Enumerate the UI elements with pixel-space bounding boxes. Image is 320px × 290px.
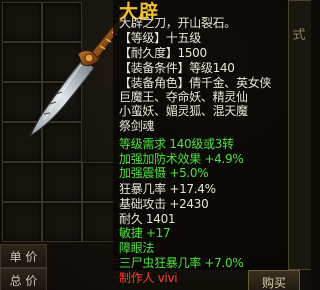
- inventory-slot[interactable]: [2, 202, 42, 242]
- unit-price-label: 单 价: [0, 244, 47, 268]
- item-stat: 加强震慑 +5.0%: [119, 166, 209, 180]
- item-skill: 障眼法: [119, 241, 155, 255]
- buy-button[interactable]: 购买: [248, 270, 300, 290]
- item-stat: 基础攻击 +2430: [119, 197, 209, 211]
- item-stat: 三尸虫狂暴几率 +7.0%: [119, 256, 244, 270]
- item-roles-3: 小蛮妖、媚灵狐、混天魔: [119, 104, 248, 118]
- item-stat: 加强加防术效果 +4.9%: [119, 152, 244, 166]
- item-description: 大辟之刀，开山裂石。: [119, 16, 237, 30]
- item-roles-4: 祭剑魂: [119, 119, 155, 133]
- item-stat: 狂暴几率 +17.4%: [119, 182, 216, 196]
- inventory-scene: 式 大辟 大辟之刀，开山裂石。 【等级】十五级 【耐久度】1500 【装备条件】…: [0, 0, 311, 290]
- item-stat: 耐久 1401: [119, 212, 176, 226]
- inventory-slot[interactable]: [2, 162, 42, 202]
- item-level: 【等级】十五级: [119, 31, 201, 45]
- side-tab-label[interactable]: 式: [289, 24, 309, 43]
- item-stat: 敏捷 +17: [119, 226, 171, 240]
- item-level-requirement: 等级需求 140级或3转: [119, 137, 234, 151]
- inventory-slot[interactable]: [42, 202, 82, 242]
- item-requirement: 【装备条件】等级140: [119, 61, 235, 75]
- item-creator: 制作人 vivi: [119, 271, 178, 285]
- item-roles: 【装备角色】倩千金、英女侠: [119, 76, 272, 90]
- item-durability: 【耐久度】1500: [119, 46, 207, 60]
- item-roles-2: 巨魔王、夺命妖、精灵仙: [119, 90, 248, 104]
- total-price-label: 总 价: [0, 268, 47, 290]
- inventory-slot[interactable]: [42, 162, 82, 202]
